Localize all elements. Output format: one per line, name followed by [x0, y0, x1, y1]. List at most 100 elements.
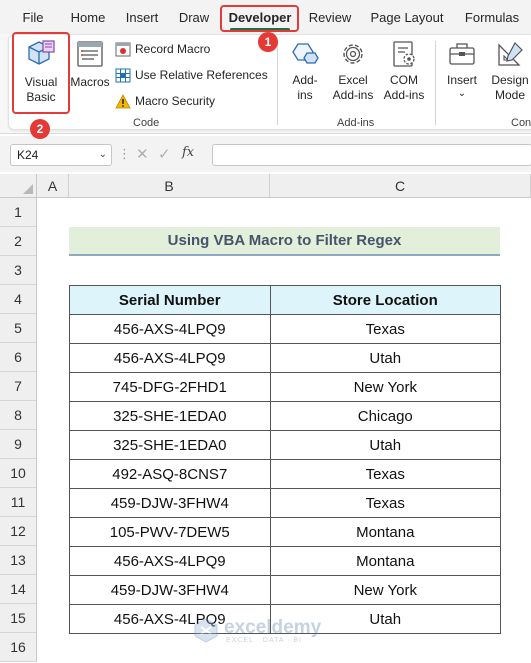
location-cell[interactable]: Utah — [269, 430, 502, 460]
design-mode-label-2: Mode — [494, 88, 526, 102]
step-2-badge: 2 — [30, 119, 50, 139]
table-row: 456-AXS-4LPQ9 Texas — [69, 314, 502, 344]
row-header[interactable]: 10 — [0, 459, 37, 488]
formula-input[interactable] — [212, 144, 531, 166]
chevron-down-icon[interactable]: ⌄ — [99, 145, 107, 165]
watermark-name: exceldemy — [224, 617, 322, 638]
serial-cell[interactable]: 745-DFG-2FHD1 — [69, 372, 271, 402]
excel-add-ins-label-2: Add-ins — [332, 88, 374, 102]
macros-icon — [77, 41, 103, 67]
row-header[interactable]: 7 — [0, 372, 37, 401]
insert-control-button[interactable]: Insert ⌄ — [441, 37, 483, 109]
macros-button[interactable]: Macros — [69, 37, 111, 97]
com-add-ins-button[interactable]: COM Add-ins — [379, 37, 429, 109]
data-table: Serial Number Store Location 456-AXS-4LP… — [69, 285, 502, 634]
record-macro-icon — [115, 42, 131, 57]
com-add-ins-icon — [393, 41, 415, 67]
row-header[interactable]: 2 — [0, 227, 37, 256]
add-ins-button[interactable]: Add- ins — [283, 37, 327, 109]
row-header[interactable]: 15 — [0, 604, 37, 633]
location-cell[interactable]: New York — [269, 372, 502, 402]
row-header[interactable]: 9 — [0, 430, 37, 459]
more-options-icon: ⋮ — [118, 146, 131, 161]
location-cell[interactable]: Texas — [269, 488, 502, 518]
design-mode-icon — [498, 42, 523, 66]
table-row: 325-SHE-1EDA0 Utah — [69, 430, 502, 460]
location-cell[interactable]: Utah — [269, 343, 502, 373]
serial-cell[interactable]: 105-PWV-7DEW5 — [69, 517, 271, 547]
row-header[interactable]: 14 — [0, 575, 37, 604]
enter-icon[interactable]: ✓ — [158, 145, 171, 163]
serial-cell[interactable]: 456-AXS-4LPQ9 — [69, 546, 271, 576]
macro-security-label: Macro Security — [135, 94, 216, 108]
tab-file[interactable]: File — [14, 7, 52, 29]
header-store-location[interactable]: Store Location — [269, 285, 502, 315]
tab-insert[interactable]: Insert — [120, 7, 164, 29]
header-serial-number[interactable]: Serial Number — [69, 285, 271, 315]
add-ins-label-1: Add- — [292, 73, 318, 87]
location-cell[interactable]: Montana — [269, 546, 502, 576]
serial-cell[interactable]: 492-ASQ-8CNS7 — [69, 459, 271, 489]
serial-cell[interactable]: 325-SHE-1EDA0 — [69, 401, 271, 431]
serial-cell[interactable]: 459-DJW-3FHW4 — [69, 575, 271, 605]
formula-bar: K24 ⌄ ⋮ ✕ ✓ fx — [0, 136, 531, 172]
code-group-label: Code — [133, 117, 160, 129]
row-header[interactable]: 4 — [0, 285, 37, 314]
com-add-ins-label-1: COM — [390, 73, 418, 87]
tab-page-layout[interactable]: Page Layout — [366, 7, 448, 29]
serial-cell[interactable]: 325-SHE-1EDA0 — [69, 430, 271, 460]
table-row: 456-AXS-4LPQ9 Utah — [69, 343, 502, 373]
location-cell[interactable]: Texas — [269, 314, 502, 344]
row-header[interactable]: 3 — [0, 256, 37, 285]
gear-icon — [343, 44, 363, 64]
serial-cell[interactable]: 456-AXS-4LPQ9 — [69, 314, 271, 344]
table-header-row: Serial Number Store Location — [69, 285, 502, 315]
macro-security-button[interactable]: Macro Security — [115, 92, 235, 110]
sheet-title[interactable]: Using VBA Macro to Filter Regex — [69, 227, 500, 256]
select-all-button[interactable] — [0, 174, 37, 198]
tab-home[interactable]: Home — [64, 7, 112, 29]
insert-function-icon[interactable]: fx — [182, 145, 194, 160]
column-header-c[interactable]: C — [270, 174, 531, 198]
watermark-tagline: EXCEL · DATA · BI — [226, 637, 302, 644]
location-cell[interactable]: Texas — [269, 459, 502, 489]
excel-add-ins-label-1: Excel — [338, 73, 368, 87]
tab-draw[interactable]: Draw — [172, 7, 216, 29]
cancel-icon[interactable]: ✕ — [136, 145, 149, 163]
design-mode-button[interactable]: Design Mode — [485, 37, 531, 109]
exceldemy-logo-icon — [194, 618, 218, 643]
row-header[interactable]: 13 — [0, 546, 37, 575]
name-box[interactable]: K24 ⌄ — [10, 144, 112, 166]
column-header-b[interactable]: B — [69, 174, 270, 198]
add-ins-label-2: ins — [297, 88, 313, 102]
location-cell[interactable]: New York — [269, 575, 502, 605]
location-cell[interactable]: Chicago — [269, 401, 502, 431]
tab-formulas[interactable]: Formulas — [460, 7, 524, 29]
add-ins-icon — [292, 43, 319, 64]
spreadsheet-grid: A B C 1 2 3 4 5 6 7 8 9 10 11 12 13 14 1… — [0, 174, 531, 663]
row-header[interactable]: 6 — [0, 343, 37, 372]
column-header-a[interactable]: A — [37, 174, 69, 198]
record-macro-label: Record Macro — [135, 42, 211, 56]
serial-cell[interactable]: 459-DJW-3FHW4 — [69, 488, 271, 518]
formula-controls: ⋮ ✕ ✓ fx — [118, 144, 206, 166]
row-header[interactable]: 8 — [0, 401, 37, 430]
row-header[interactable]: 11 — [0, 488, 37, 517]
developer-tab-highlight — [220, 5, 299, 32]
use-relative-references-button[interactable]: Use Relative References — [115, 66, 275, 84]
row-header[interactable]: 16 — [0, 633, 37, 662]
location-cell[interactable]: Montana — [269, 517, 502, 547]
record-macro-button[interactable]: Record Macro — [115, 40, 255, 58]
relative-references-label: Use Relative References — [135, 68, 268, 82]
tab-review[interactable]: Review — [304, 7, 356, 29]
relative-references-icon — [115, 68, 131, 83]
excel-add-ins-button[interactable]: Excel Add-ins — [329, 37, 377, 109]
row-header[interactable]: 5 — [0, 314, 37, 343]
row-header[interactable]: 12 — [0, 517, 37, 546]
row-header[interactable]: 1 — [0, 198, 37, 227]
table-row: 456-AXS-4LPQ9 Montana — [69, 546, 502, 576]
toolbox-icon — [449, 43, 475, 65]
table-row: 105-PWV-7DEW5 Montana — [69, 517, 502, 547]
serial-cell[interactable]: 456-AXS-4LPQ9 — [69, 343, 271, 373]
group-separator — [277, 41, 278, 125]
